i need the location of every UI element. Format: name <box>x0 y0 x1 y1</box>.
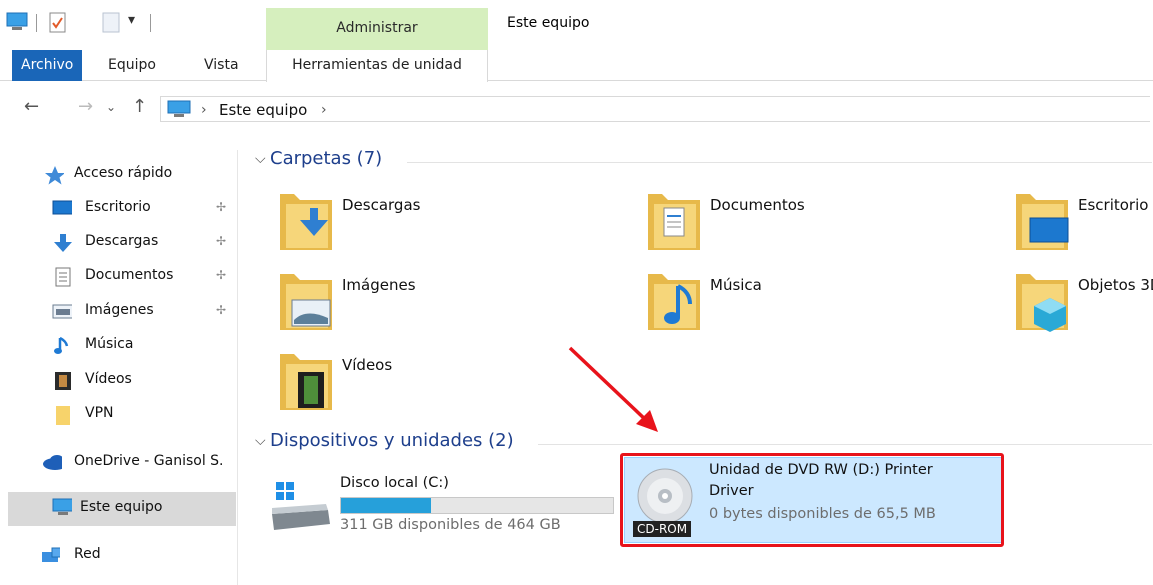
music-folder-icon <box>648 274 700 330</box>
annotation-arrow-icon <box>568 346 658 432</box>
computer-icon <box>52 498 72 515</box>
sidebar-item-escritorio[interactable]: Escritorio ✢ <box>0 193 238 225</box>
ribbon-tabs: Archivo Equipo Vista Herramientas de uni… <box>0 50 1153 82</box>
annotation-highlight-box <box>620 453 1004 547</box>
desktop-folder-icon <box>1016 194 1069 250</box>
sidebar-item-label: Escritorio <box>85 199 151 215</box>
folder-objetos-3d[interactable]: Objetos 3D <box>1012 270 1153 340</box>
navigation-pane: Acceso rápido Escritorio ✢ Descargas ✢ D… <box>0 150 238 585</box>
sidebar-item-label: Vídeos <box>85 371 132 387</box>
tab-herramientas-de-unidad[interactable]: Herramientas de unidad <box>266 50 488 82</box>
breadcrumb-este-equipo[interactable]: Este equipo <box>219 101 307 119</box>
group-title: Dispositivos y unidades (2) <box>270 430 514 451</box>
folder-icon <box>56 406 70 425</box>
folder-label: Imágenes <box>342 276 416 294</box>
folder-imagenes[interactable]: Imágenes <box>276 270 636 340</box>
collapse-chevron-icon[interactable]: ⌵ <box>255 433 266 449</box>
folder-label: Documentos <box>710 196 805 214</box>
documents-folder-icon <box>648 194 700 250</box>
group-header-carpetas[interactable]: ⌵ Carpetas (7) <box>252 146 1152 176</box>
drive-free-space: 311 GB disponibles de 464 GB <box>340 517 561 533</box>
breadcrumb-separator-icon[interactable]: › <box>321 102 327 118</box>
folder-label: Objetos 3D <box>1078 276 1153 294</box>
document-icon <box>55 267 71 287</box>
sidebar-item-documentos[interactable]: Documentos ✢ <box>0 261 238 293</box>
back-arrow-icon[interactable]: ← <box>24 96 39 117</box>
drive-disco-local-c[interactable]: Disco local (C:) 311 GB disponibles de 4… <box>268 470 618 556</box>
sidebar-item-label: Descargas <box>85 233 159 249</box>
pin-icon[interactable]: ✢ <box>216 200 226 214</box>
collapse-chevron-icon[interactable]: ⌵ <box>255 151 266 167</box>
sidebar-item-label: OneDrive - Ganisol S. <box>74 453 224 469</box>
sidebar-item-label: Imágenes <box>85 302 154 318</box>
tab-vista[interactable]: Vista <box>196 50 247 81</box>
music-icon <box>54 336 69 354</box>
drive-usage-fill <box>341 498 431 513</box>
sidebar-item-label: Música <box>85 336 134 352</box>
tab-equipo[interactable]: Equipo <box>100 50 164 81</box>
sidebar-item-acceso-rapido[interactable]: Acceso rápido <box>0 159 238 191</box>
tab-archivo[interactable]: Archivo <box>12 50 83 81</box>
up-arrow-icon[interactable]: ↑ <box>132 96 147 117</box>
sidebar-item-label: Este equipo <box>80 499 163 515</box>
pin-icon[interactable]: ✢ <box>216 234 226 248</box>
folder-label: Música <box>710 276 762 294</box>
computer-icon[interactable] <box>6 12 28 32</box>
folder-documentos[interactable]: Documentos <box>644 190 1004 260</box>
drive-usage-bar <box>340 497 614 514</box>
group-title: Carpetas (7) <box>270 148 383 169</box>
sidebar-item-descargas[interactable]: Descargas ✢ <box>0 227 238 259</box>
cloud-icon <box>43 455 62 470</box>
context-tab-group-label: Administrar <box>336 20 418 36</box>
quick-access-toolbar: ▾ Administrar Este equipo <box>0 0 1153 50</box>
sidebar-item-label: Red <box>74 546 101 562</box>
folder-label: Vídeos <box>342 356 393 374</box>
folder-label: Escritorio <box>1078 196 1149 214</box>
pictures-folder-icon <box>280 274 332 330</box>
new-folder-icon[interactable] <box>102 12 120 34</box>
address-box[interactable]: › Este equipo › <box>160 96 1150 122</box>
star-icon <box>45 166 64 185</box>
properties-icon[interactable] <box>48 12 68 34</box>
context-tab-group: Administrar <box>266 8 488 50</box>
drive-name: Disco local (C:) <box>340 475 449 491</box>
folder-descargas[interactable]: Descargas <box>276 190 636 260</box>
folder-label: Descargas <box>342 196 421 214</box>
sidebar-item-este-equipo[interactable]: Este equipo <box>8 492 236 526</box>
sidebar-item-imagenes[interactable]: Imágenes ✢ <box>0 296 238 328</box>
folder-escritorio[interactable]: Escritorio <box>1012 190 1153 260</box>
hard-drive-icon <box>272 482 330 530</box>
window-title: Este equipo <box>507 15 590 31</box>
sidebar-item-label: VPN <box>85 405 114 421</box>
customize-toolbar-icon[interactable]: ▾ <box>128 12 135 28</box>
videos-folder-icon <box>280 354 332 410</box>
recent-locations-chevron-icon[interactable]: ⌄ <box>106 100 116 114</box>
download-folder-icon <box>280 194 332 250</box>
sidebar-item-label: Documentos <box>85 267 174 283</box>
desktop-icon <box>52 200 72 215</box>
group-divider <box>538 444 1152 445</box>
toolbar-divider <box>36 14 37 32</box>
network-icon <box>42 547 60 562</box>
content-pane: ⌵ Carpetas (7) Descargas Documentos Escr… <box>238 140 1153 585</box>
sidebar-item-videos[interactable]: Vídeos <box>0 365 238 397</box>
forward-arrow-icon[interactable]: → <box>78 96 93 117</box>
sidebar-item-red[interactable]: Red <box>0 540 238 572</box>
sidebar-item-label: Acceso rápido <box>74 165 173 181</box>
sidebar-item-vpn[interactable]: VPN <box>0 399 238 431</box>
objects3d-folder-icon <box>1016 274 1068 332</box>
sidebar-item-musica[interactable]: Música <box>0 330 238 362</box>
download-icon <box>54 234 72 252</box>
sidebar-item-onedrive[interactable]: OneDrive - Ganisol S. <box>0 447 238 479</box>
computer-icon <box>167 100 191 117</box>
image-icon <box>52 304 72 319</box>
pin-icon[interactable]: ✢ <box>216 268 226 282</box>
group-divider <box>407 162 1152 163</box>
folder-musica[interactable]: Música <box>644 270 1004 340</box>
pin-icon[interactable]: ✢ <box>216 303 226 317</box>
toolbar-divider <box>150 14 151 32</box>
navigation-bar: ← → ⌄ ↑ › Este equipo › <box>0 90 1153 126</box>
video-icon <box>55 372 71 390</box>
breadcrumb-separator-icon: › <box>201 102 207 118</box>
